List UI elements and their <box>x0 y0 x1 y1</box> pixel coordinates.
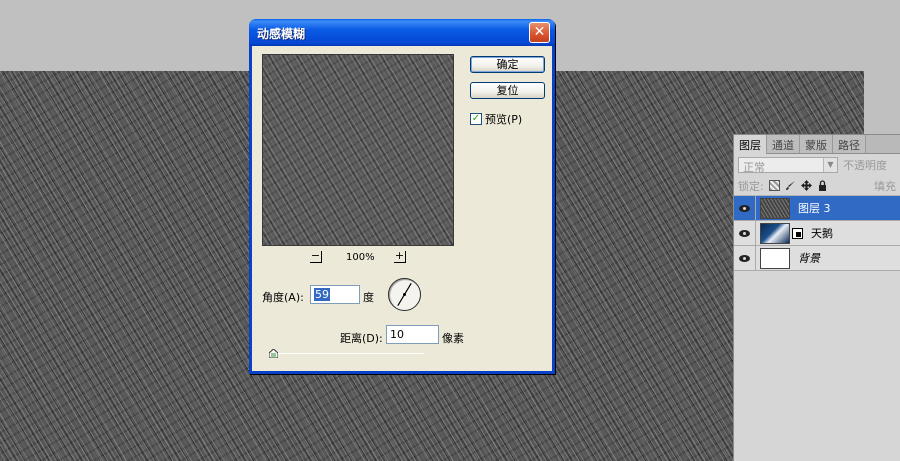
chevron-down-icon: ▼ <box>823 158 837 172</box>
close-button[interactable]: ✕ <box>529 22 550 43</box>
distance-slider-thumb[interactable] <box>268 348 279 359</box>
preview-checkbox-row[interactable]: ✓ 预览(P) <box>470 111 522 127</box>
blend-mode-select[interactable]: 正常 ▼ <box>738 157 838 174</box>
lock-row: 锁定: 填充 <box>734 176 900 196</box>
layer-name: 天鹅 <box>811 227 833 240</box>
eye-icon <box>739 229 750 237</box>
layer-row-layer3[interactable]: 图层 3 <box>734 195 900 221</box>
visibility-toggle[interactable] <box>734 220 756 246</box>
dialog-title: 动感模糊 <box>257 27 306 41</box>
distance-slider-track[interactable] <box>270 353 424 354</box>
layer-thumbnail <box>760 197 790 219</box>
opacity-label: 不透明度 <box>843 159 887 172</box>
distance-label: 距离(D): <box>340 332 383 345</box>
distance-unit: 像素 <box>442 332 464 345</box>
tab-channels[interactable]: 通道 <box>767 135 800 153</box>
layer-name: 图层 3 <box>798 202 831 215</box>
zoom-out-button[interactable]: − <box>310 250 322 263</box>
eye-icon <box>739 254 750 262</box>
angle-dial[interactable] <box>388 278 421 311</box>
angle-unit: 度 <box>363 291 374 304</box>
distance-value: 10 <box>390 328 404 341</box>
panel-tabs: 图层 通道 蒙版 路径 <box>734 135 900 154</box>
zoom-level: 100% <box>346 252 375 263</box>
lock-label: 锁定: <box>738 179 764 193</box>
fill-label: 填充 <box>874 179 896 193</box>
zoom-in-button[interactable]: + <box>394 250 406 263</box>
distance-input[interactable]: 10 <box>386 325 439 344</box>
angle-dial-needle <box>397 283 412 306</box>
layer-row-background[interactable]: 背景 <box>734 245 900 271</box>
angle-label: 角度(A): <box>262 291 304 304</box>
tab-paths[interactable]: 路径 <box>833 135 866 153</box>
close-icon: ✕ <box>533 24 546 40</box>
lock-transparency-icon[interactable] <box>768 180 780 191</box>
preview-pane[interactable] <box>262 54 454 246</box>
motion-blur-dialog: 动感模糊 ✕ − 100% + 确定 复位 ✓ 预览(P) 角度(A): 59 … <box>249 19 555 374</box>
layer-thumbnail <box>760 222 790 244</box>
layer-row-swan[interactable]: 天鹅 <box>734 220 900 246</box>
angle-value: 59 <box>314 288 330 301</box>
lock-icon[interactable] <box>817 180 828 191</box>
smart-object-icon <box>792 227 803 239</box>
layer-thumbnail <box>760 247 790 269</box>
blend-mode-value: 正常 <box>743 161 765 174</box>
blend-row: 正常 ▼ 不透明度 <box>734 154 900 176</box>
brush-icon[interactable] <box>785 180 796 191</box>
ok-button[interactable]: 确定 <box>470 56 545 73</box>
visibility-toggle[interactable] <box>734 195 756 221</box>
angle-input[interactable]: 59 <box>310 285 360 304</box>
visibility-toggle[interactable] <box>734 245 756 271</box>
preview-checkbox[interactable]: ✓ <box>470 113 482 125</box>
dialog-titlebar[interactable]: 动感模糊 ✕ <box>249 19 555 46</box>
reset-button[interactable]: 复位 <box>470 82 545 99</box>
layer-name: 背景 <box>798 252 820 265</box>
layers-panel: 图层 通道 蒙版 路径 正常 ▼ 不透明度 锁定: 填充 图层 3 天鹅 背景 <box>733 134 900 461</box>
eye-icon <box>739 204 750 212</box>
tab-masks[interactable]: 蒙版 <box>800 135 833 153</box>
move-icon[interactable] <box>800 180 812 191</box>
preview-label: 预览(P) <box>485 113 523 126</box>
tab-layers[interactable]: 图层 <box>734 135 767 154</box>
